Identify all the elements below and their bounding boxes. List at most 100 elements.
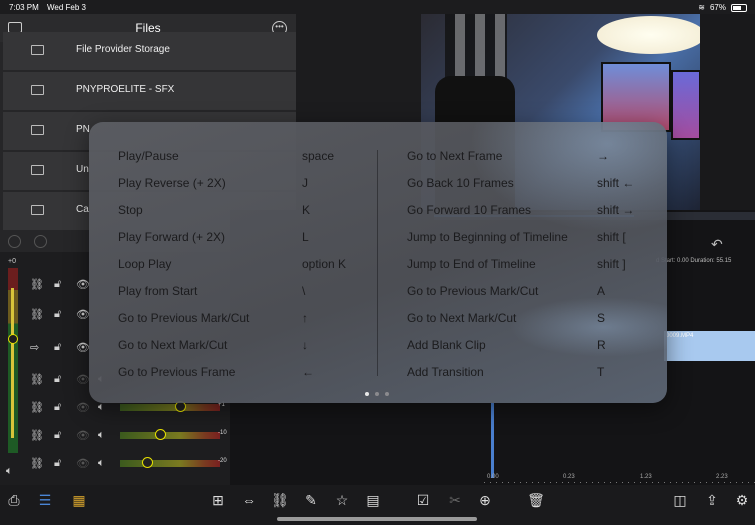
shortcut-key: shift ]: [597, 257, 626, 271]
eye-icon[interactable]: 👁︎: [76, 308, 90, 321]
clip-info: d Start: 0.00 Duration: 55.15: [656, 258, 732, 264]
page-dot[interactable]: [365, 392, 369, 396]
page-dot[interactable]: [385, 392, 389, 396]
file-item[interactable]: File Provider Storage: [3, 32, 296, 70]
link-in-icon[interactable]: ⇨: [30, 341, 39, 354]
lock-icon[interactable]: 🔓︎: [54, 341, 61, 354]
preview-side-area: [700, 14, 755, 210]
shortcut-action: Go to Next Mark/Cut: [118, 338, 228, 352]
file-item[interactable]: PNYPROELITE - SFX: [3, 72, 296, 110]
keyboard-shortcuts-overlay[interactable]: Play/Pause space Play Reverse (+ 2X) J S…: [89, 122, 667, 403]
shortcut-row: Jump to End of Timeline shift ]: [407, 257, 657, 273]
shortcut-action: Play/Pause: [118, 149, 179, 163]
eye-icon[interactable]: 👁︎: [76, 401, 90, 414]
page-indicator[interactable]: [365, 392, 389, 396]
shortcut-key: A: [597, 284, 606, 298]
lock-icon[interactable]: 🔓︎: [54, 429, 61, 442]
favorite-icon[interactable]: ☆: [333, 492, 351, 508]
link-icon[interactable]: ⛓: [30, 457, 44, 470]
shortcut-action: Go to Previous Mark/Cut: [407, 284, 539, 298]
master-meter[interactable]: [8, 268, 18, 453]
folder-icon: [31, 165, 44, 175]
lock-icon[interactable]: 🔓︎: [54, 373, 61, 386]
track-row: ⛓ 🔓︎ 👁︎ 🔈︎ -10: [28, 426, 228, 446]
pen-icon[interactable]: ✎: [302, 492, 320, 508]
ruler-label: 0.23: [563, 474, 575, 480]
split-icon[interactable]: ⇔: [240, 492, 258, 508]
master-meter-knob[interactable]: [8, 334, 18, 344]
link-icon[interactable]: ⛓: [271, 492, 289, 508]
folder-icon: [31, 85, 44, 95]
volume-slider[interactable]: [120, 457, 220, 468]
lock-icon[interactable]: 🔓︎: [54, 457, 61, 470]
shortcut-key: →: [597, 149, 609, 163]
shortcut-key: space: [302, 149, 335, 163]
undo-icon[interactable]: ↶: [711, 236, 723, 253]
status-bar: 7:03 PM Wed Feb 3 ≋ 67%: [0, 0, 755, 14]
wifi-icon: ≋: [698, 3, 705, 12]
eye-icon[interactable]: 👁︎: [76, 457, 90, 470]
file-item-name: File Provider Storage: [76, 44, 170, 55]
check-circle-icon[interactable]: [8, 235, 21, 248]
settings-icon[interactable]: ⚙: [733, 492, 751, 508]
add-clip-icon[interactable]: ⊞: [209, 492, 227, 508]
shortcut-action: Play Reverse (+ 2X): [118, 176, 226, 190]
shortcut-row: Play/Pause space: [118, 149, 368, 165]
eye-icon[interactable]: 👁︎: [76, 278, 90, 291]
trash-icon[interactable]: 🗑︎: [527, 492, 545, 508]
ruler-label: 0.00: [487, 474, 499, 480]
record-circle-icon[interactable]: [34, 235, 47, 248]
preview-lamp: [597, 16, 700, 54]
shortcut-action: Go to Next Mark/Cut: [407, 311, 517, 325]
eye-icon[interactable]: 👁︎: [76, 373, 90, 386]
page-dot[interactable]: [375, 392, 379, 396]
share-icon[interactable]: ⇪: [703, 492, 721, 508]
speaker-icon[interactable]: 🔈︎: [98, 429, 105, 442]
layout-icon[interactable]: ◫: [671, 492, 689, 508]
import-icon[interactable]: ⎙: [5, 492, 23, 508]
shortcut-action: Go to Previous Mark/Cut: [118, 311, 250, 325]
checkbox-icon[interactable]: ☑: [414, 492, 432, 508]
lock-icon[interactable]: 🔓︎: [54, 401, 61, 414]
cut-icon[interactable]: ✂: [446, 492, 464, 508]
file-item-name: PNYPROELITE - SFX: [76, 84, 175, 95]
titles-icon[interactable]: ▤: [364, 492, 382, 508]
eye-icon[interactable]: 👁︎: [76, 341, 90, 354]
status-time: 7:03 PM: [9, 3, 39, 12]
link-icon[interactable]: ⛓: [30, 308, 44, 321]
ruler-label: 1.23: [640, 474, 652, 480]
volume-slider[interactable]: [120, 401, 220, 412]
speaker-icon[interactable]: 🔈︎: [98, 457, 105, 470]
grid-view-icon[interactable]: ▦: [70, 492, 88, 508]
volume-slider[interactable]: [120, 429, 220, 440]
track-row: ⛓ 🔓︎ 👁︎ 🔈︎ -20: [28, 454, 228, 474]
file-item-name: Ca: [76, 204, 89, 215]
shortcut-key: ↑: [302, 311, 308, 325]
shortcut-key: K: [302, 203, 311, 217]
speaker-icon[interactable]: 🔈︎: [6, 465, 13, 478]
link-icon[interactable]: ⛓: [30, 373, 44, 386]
shortcut-key: shift →: [597, 203, 635, 217]
link-icon[interactable]: ⛓: [30, 429, 44, 442]
shortcut-row: Add Blank Clip R: [407, 338, 657, 354]
shortcut-key: shift ←: [597, 176, 635, 190]
shortcut-action: Add Transition: [407, 365, 484, 379]
shortcut-key: R: [597, 338, 606, 352]
shortcut-key: ←: [302, 365, 314, 379]
timeline-clip[interactable]: 0009.MP4: [664, 331, 755, 361]
ruler-label: 2.23: [716, 474, 728, 480]
clip-label: 0009.MP4: [666, 333, 694, 339]
link-icon[interactable]: ⛓: [30, 278, 44, 291]
eye-icon[interactable]: 👁︎: [76, 429, 90, 442]
shortcut-row: Play Reverse (+ 2X) J: [118, 176, 368, 192]
home-indicator[interactable]: [277, 517, 477, 521]
playhead[interactable]: [491, 403, 494, 478]
shortcut-action: Go Back 10 Frames: [407, 176, 514, 190]
add-icon[interactable]: ⊕: [476, 492, 494, 508]
lock-icon[interactable]: 🔓︎: [54, 278, 61, 291]
list-view-icon[interactable]: ☰: [36, 492, 54, 508]
lock-icon[interactable]: 🔓︎: [54, 308, 61, 321]
link-icon[interactable]: ⛓: [30, 401, 44, 414]
shortcut-row: Go to Next Frame →: [407, 149, 657, 165]
drive-icon: [31, 205, 44, 215]
